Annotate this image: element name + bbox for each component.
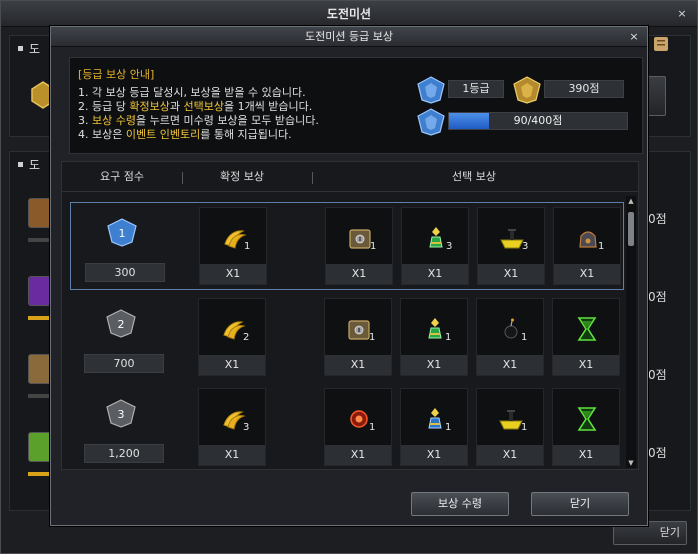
item-count: 3 bbox=[243, 422, 250, 433]
item-count: 1 bbox=[370, 241, 377, 252]
item-count: 2 bbox=[243, 332, 250, 343]
item-quantity: X1 bbox=[402, 264, 468, 284]
hourglass-icon bbox=[577, 407, 597, 431]
grade-reward-dialog: 도전미션 등급 보상 × [등급 보상 안내] 1. 각 보상 등급 달성시, … bbox=[50, 26, 648, 526]
svg-text:1: 1 bbox=[119, 227, 126, 240]
header-choice-reward: 선택 보상 bbox=[452, 170, 496, 183]
item-quantity: X1 bbox=[325, 445, 391, 465]
scroll-icon[interactable] bbox=[651, 33, 671, 55]
table-scrollbar[interactable]: ▲ ▼ bbox=[626, 196, 636, 468]
blue-grade-icon bbox=[417, 76, 445, 104]
bullet-icon bbox=[18, 46, 23, 51]
window-title: 도전미션 bbox=[1, 1, 697, 27]
choice-reward-slot[interactable]: 1 X1 bbox=[476, 298, 544, 376]
item-quantity: X1 bbox=[200, 264, 266, 284]
level-badge-icon: 2 bbox=[106, 309, 136, 338]
choice-reward-slot[interactable]: 1 X1 bbox=[400, 298, 468, 376]
blue-grade-icon bbox=[417, 108, 445, 136]
level-badge-icon: 1 bbox=[107, 218, 137, 247]
item-quantity: X1 bbox=[199, 445, 265, 465]
mission-score: 0점 bbox=[648, 368, 667, 382]
grade-value: 1등급 bbox=[448, 80, 504, 98]
dialog-title: 도전미션 등급 보상 bbox=[51, 27, 647, 47]
item-quantity: X1 bbox=[554, 264, 620, 284]
claim-reward-button[interactable]: 보상 수령 bbox=[411, 492, 509, 516]
item-count: 1 bbox=[244, 241, 251, 252]
item-count: 1 bbox=[445, 332, 452, 343]
item-count: 1 bbox=[598, 241, 605, 252]
item-quantity: X1 bbox=[401, 355, 467, 375]
item-quantity: X1 bbox=[199, 355, 265, 375]
choice-reward-slot[interactable]: X1 bbox=[552, 298, 620, 376]
bullet-icon bbox=[18, 162, 23, 167]
item-count: 1 bbox=[521, 422, 528, 433]
item-quantity: X1 bbox=[553, 355, 619, 375]
section-label: 도 bbox=[29, 42, 41, 56]
fixed-reward-slot[interactable]: 3 X1 bbox=[198, 388, 266, 466]
choice-reward-slot[interactable]: 3 X1 bbox=[401, 207, 469, 285]
screen: 도전미션 × 도 도 0점 0점 0점 0점 닫기 도전미션 등급 보상 × [… bbox=[0, 0, 698, 554]
window-close-button[interactable]: × bbox=[675, 7, 689, 21]
close-button[interactable]: 닫기 bbox=[531, 492, 629, 516]
scrollbar-thumb[interactable] bbox=[628, 212, 634, 246]
svg-text:3: 3 bbox=[118, 408, 125, 421]
section-label: 도 bbox=[29, 158, 41, 172]
fixed-reward-slot[interactable]: 2 X1 bbox=[198, 298, 266, 376]
mission-score: 0점 bbox=[648, 290, 667, 304]
choice-reward-slot[interactable]: 1 X1 bbox=[324, 388, 392, 466]
item-count: 1 bbox=[445, 422, 452, 433]
grade-progress-bar: 90/400점 bbox=[448, 112, 628, 130]
reward-info-panel: [등급 보상 안내] 1. 각 보상 등급 달성시, 보상을 받을 수 있습니다… bbox=[69, 57, 643, 154]
required-score: 1,200 bbox=[84, 444, 164, 463]
item-count: 3 bbox=[522, 241, 529, 252]
item-count: 1 bbox=[369, 332, 376, 343]
choice-reward-slot[interactable]: 1 X1 bbox=[325, 207, 393, 285]
svg-text:2: 2 bbox=[118, 318, 125, 331]
item-quantity: X1 bbox=[553, 445, 619, 465]
item-count: 3 bbox=[446, 241, 453, 252]
info-heading: [등급 보상 안내] bbox=[78, 68, 155, 81]
required-score: 700 bbox=[84, 354, 164, 373]
reward-row[interactable]: 1 300 1 X1 1 X1 3 X1 3 X1 1 X1 bbox=[70, 202, 624, 290]
choice-reward-slot[interactable]: 1 X1 bbox=[400, 388, 468, 466]
item-count: 1 bbox=[521, 332, 528, 343]
item-quantity: X1 bbox=[478, 264, 544, 284]
item-quantity: X1 bbox=[477, 445, 543, 465]
reward-table-header: 요구 점수 확정 보상 선택 보상 bbox=[62, 162, 638, 192]
gold-points-icon bbox=[513, 76, 541, 104]
points-value: 390점 bbox=[544, 80, 624, 98]
header-required-score: 요구 점수 bbox=[100, 170, 144, 183]
fixed-reward-slot[interactable]: 1 X1 bbox=[199, 207, 267, 285]
item-quantity: X1 bbox=[477, 355, 543, 375]
scroll-up-arrow-icon[interactable]: ▲ bbox=[626, 196, 636, 206]
mission-score: 0점 bbox=[648, 446, 667, 460]
item-quantity: X1 bbox=[325, 355, 391, 375]
required-score: 300 bbox=[85, 263, 165, 282]
choice-reward-slot[interactable]: X1 bbox=[552, 388, 620, 466]
info-line: 4. 보상은 이벤트 인벤토리를 통해 지급됩니다. bbox=[78, 128, 292, 141]
item-count: 1 bbox=[369, 422, 376, 433]
grade-progress-text: 90/400점 bbox=[513, 114, 563, 127]
choice-reward-slot[interactable]: 1 X1 bbox=[324, 298, 392, 376]
choice-reward-slot[interactable]: 1 X1 bbox=[476, 388, 544, 466]
choice-reward-slot[interactable]: 1 X1 bbox=[553, 207, 621, 285]
reward-row[interactable]: 2 700 2 X1 1 X1 1 X1 1 X1 X1 bbox=[70, 294, 624, 382]
level-badge-icon: 3 bbox=[106, 399, 136, 428]
reward-table: 요구 점수 확정 보상 선택 보상 1 300 1 X1 1 X1 3 X1 3 X1 1 X1 2 70… bbox=[61, 161, 639, 470]
item-quantity: X1 bbox=[326, 264, 392, 284]
hourglass-icon bbox=[577, 317, 597, 341]
mission-score: 0점 bbox=[648, 212, 667, 226]
header-fixed-reward: 확정 보상 bbox=[220, 170, 264, 183]
dialog-close-button[interactable]: × bbox=[627, 30, 641, 44]
item-quantity: X1 bbox=[401, 445, 467, 465]
scroll-down-arrow-icon[interactable]: ▼ bbox=[626, 458, 636, 468]
choice-reward-slot[interactable]: 3 X1 bbox=[477, 207, 545, 285]
reward-row[interactable]: 3 1,200 3 X1 1 X1 1 X1 1 X1 X1 bbox=[70, 384, 624, 472]
